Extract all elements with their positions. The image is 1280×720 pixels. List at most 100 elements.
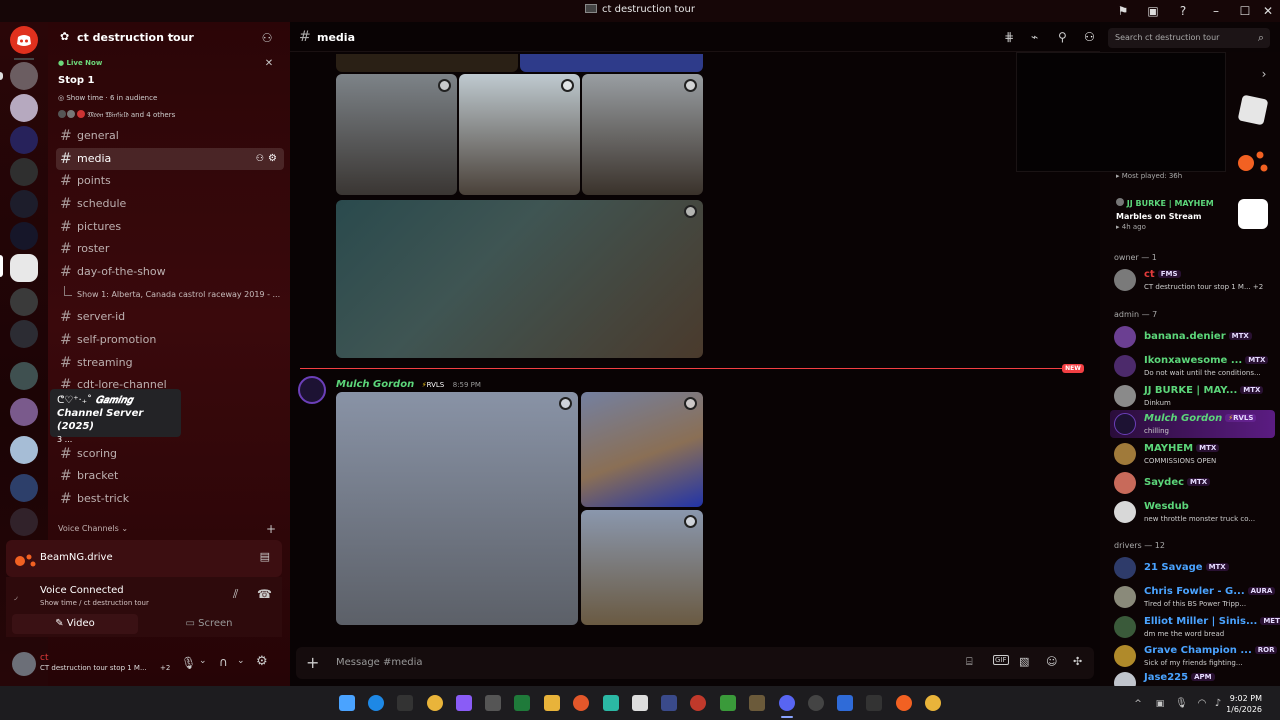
member-row[interactable]: ct FMS CT destruction tour stop 1 M... +2: [1110, 267, 1280, 295]
notifications-icon[interactable]: ⌁: [1031, 30, 1038, 44]
server-icon-3[interactable]: [10, 126, 38, 154]
screen-icon[interactable]: ▣: [1145, 3, 1161, 19]
server-header[interactable]: ✿ ct destruction tour ⌄: [60, 30, 260, 46]
disconnect-icon[interactable]: ☎: [257, 587, 272, 601]
clock-time[interactable]: 9:02 PM: [1228, 694, 1262, 703]
file-explorer-icon[interactable]: [544, 695, 560, 711]
channel-cdt-lore-channel[interactable]: # cdt-lore-channel: [56, 374, 284, 388]
settings-gear-icon[interactable]: ⚙: [256, 654, 268, 669]
server-icon-9[interactable]: [10, 320, 38, 348]
headphones-icon[interactable]: ∩: [219, 655, 228, 669]
member-row[interactable]: Grave Champion ... ROR Sick of my friends …: [1110, 643, 1280, 671]
add-attachment-icon[interactable]: +: [306, 653, 319, 672]
server-icon-6[interactable]: [10, 222, 38, 250]
server-icon-10[interactable]: [10, 362, 38, 390]
message-author[interactable]: Mulch Gordon: [336, 379, 414, 390]
chevron-up-icon[interactable]: ^: [1132, 696, 1144, 712]
beamng-icon[interactable]: [896, 695, 912, 711]
terminal-icon[interactable]: [866, 695, 882, 711]
microphone-icon[interactable]: 🎙: [1175, 696, 1188, 712]
server-icon-2[interactable]: [10, 94, 38, 122]
server-icon-13[interactable]: [10, 474, 38, 502]
volume-icon[interactable]: ♪: [1211, 696, 1225, 712]
activity-panel[interactable]: BeamNG.drive ▤: [6, 540, 282, 577]
excel-icon[interactable]: [514, 695, 530, 711]
channel-points[interactable]: # points: [56, 170, 284, 192]
apps-icon[interactable]: ✣: [1073, 655, 1082, 668]
origin-icon[interactable]: [573, 695, 589, 711]
channel-self-promotion[interactable]: # self-promotion: [56, 329, 284, 351]
channel-streaming[interactable]: # streaming: [56, 352, 284, 374]
member-row[interactable]: Elliot Miller | Sinis... MET dm me the wor…: [1110, 614, 1280, 642]
media-image[interactable]: [520, 54, 703, 72]
app-icon[interactable]: [808, 695, 824, 711]
channel-general[interactable]: # general: [56, 125, 284, 147]
activity-settings-icon[interactable]: ▤: [260, 550, 270, 563]
chevron-right-icon[interactable]: ›: [1258, 66, 1270, 81]
close-button[interactable]: ✕: [1260, 3, 1276, 19]
server-icon-8[interactable]: [10, 288, 38, 316]
voice-channels-header[interactable]: Voice Channels ⌄: [58, 524, 128, 533]
app-icon[interactable]: [690, 695, 706, 711]
app-icon[interactable]: [603, 695, 619, 711]
notepad-icon[interactable]: [632, 695, 648, 711]
threads-icon[interactable]: ⋕: [1004, 30, 1014, 44]
member-row[interactable]: Ikonxawesome ... MTX Do not wait until the…: [1110, 353, 1280, 381]
app-icon[interactable]: [837, 695, 853, 711]
guild-tag[interactable]: ⚡RVLS: [422, 381, 445, 389]
avatar[interactable]: [12, 652, 36, 676]
member-row[interactable]: JJ BURKE | MAY... MTX Dinkum: [1110, 383, 1280, 411]
gear-icon[interactable]: ⚙: [268, 148, 277, 170]
discord-icon[interactable]: [779, 695, 795, 711]
start-icon[interactable]: [339, 695, 355, 711]
server-icon-11[interactable]: [10, 398, 38, 426]
copilot-icon[interactable]: [456, 695, 472, 711]
channel-schedule[interactable]: # schedule: [56, 193, 284, 215]
media-image[interactable]: [336, 74, 457, 195]
chevron-down-icon[interactable]: ⌄: [237, 656, 245, 666]
server-icon-1[interactable]: [10, 62, 38, 90]
wifi-icon[interactable]: ◠: [1195, 696, 1209, 712]
server-icon-14[interactable]: [10, 508, 38, 536]
app-icon[interactable]: [661, 695, 677, 711]
minecraft-icon[interactable]: [720, 695, 736, 711]
member-row[interactable]: MAYHEM MTX COMMISSIONS OPEN: [1110, 441, 1280, 469]
media-image[interactable]: [581, 510, 703, 625]
member-row[interactable]: Chris Fowler - G... AURA Tired of this BS …: [1110, 584, 1280, 612]
channel-scoring[interactable]: # scoring: [56, 443, 284, 465]
minecraft-launcher-icon[interactable]: [749, 695, 765, 711]
media-image[interactable]: [336, 392, 578, 625]
channel-pictures[interactable]: # pictures: [56, 216, 284, 238]
search-input[interactable]: Search ct destruction tour ⌕: [1108, 28, 1270, 48]
video-button[interactable]: ✎ Video: [12, 614, 138, 634]
media-image[interactable]: [336, 54, 518, 72]
media-image[interactable]: [581, 392, 703, 507]
member-row[interactable]: Jase225 APM: [1110, 670, 1280, 686]
edge-icon[interactable]: [368, 695, 384, 711]
chevron-down-icon[interactable]: ⌄: [199, 656, 207, 666]
maximize-button[interactable]: ☐: [1237, 3, 1253, 19]
channel-day-of-the-show[interactable]: # day-of-the-show: [56, 261, 284, 283]
member-row[interactable]: 21 Savage MTX: [1110, 555, 1280, 583]
pin-icon[interactable]: ⚲: [1058, 30, 1067, 44]
clock-date[interactable]: 1/6/2026: [1226, 705, 1262, 714]
channel-server-id[interactable]: # server-id: [56, 306, 284, 328]
screen-share-button[interactable]: ▭ Screen: [146, 614, 272, 634]
channel-roster[interactable]: # roster: [56, 238, 284, 260]
avatar[interactable]: [298, 376, 326, 404]
discord-home-icon[interactable]: [10, 26, 38, 54]
chrome-icon[interactable]: [925, 695, 941, 711]
server-icon-4[interactable]: [10, 158, 38, 186]
channel-media[interactable]: # media ⚇ ⚙: [56, 148, 284, 170]
member-row[interactable]: banana.denier MTX: [1110, 324, 1280, 352]
message-composer[interactable]: + Message #media ⌸ GIF ▧ ☺ ✣: [296, 647, 1094, 679]
activity-user[interactable]: JJ BURKE | MAYHEM: [1116, 198, 1214, 208]
noise-suppression-icon[interactable]: ⫽: [233, 587, 238, 602]
media-image[interactable]: [336, 200, 703, 358]
channel-bracket[interactable]: # bracket: [56, 465, 284, 487]
invite-icon[interactable]: ⚇: [256, 148, 264, 170]
microphone-icon[interactable]: 🎙: [181, 656, 196, 670]
gif-icon[interactable]: GIF: [993, 655, 1009, 665]
member-row[interactable]: Wesdub new throttle monster truck co...: [1110, 499, 1280, 527]
tray-icon[interactable]: ▣: [1153, 696, 1167, 712]
